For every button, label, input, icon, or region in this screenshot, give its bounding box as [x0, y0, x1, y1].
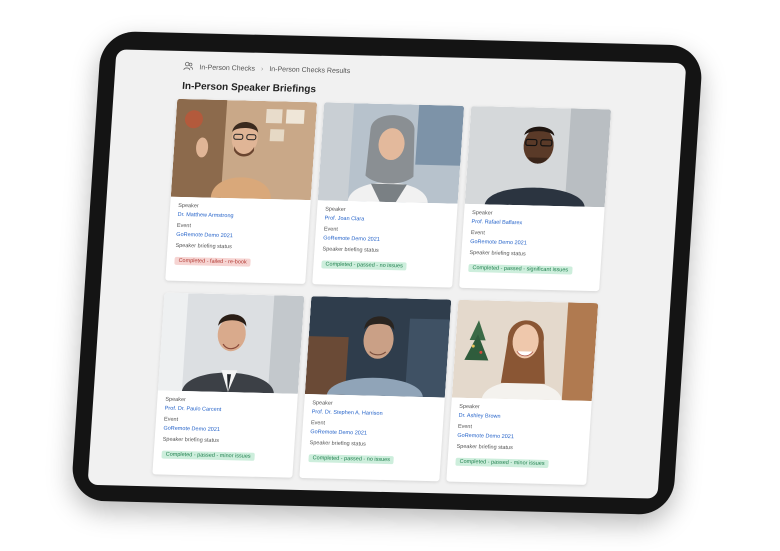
status-label: Speaker briefing status	[456, 443, 514, 452]
status-badge: Completed - passed - no issues	[321, 260, 408, 271]
event-link[interactable]: GoRemote Demo 2021	[176, 232, 300, 241]
speaker-card[interactable]: Speaker Prof. Rafael Baflarex Event GoRe…	[459, 106, 612, 292]
status-label: Speaker briefing status	[175, 242, 232, 251]
breadcrumb-in-person-checks[interactable]: In-Person Checks	[199, 64, 255, 72]
speaker-photo	[317, 102, 465, 204]
event-label: Event	[470, 230, 486, 237]
status-label: Speaker briefing status	[469, 250, 526, 258]
event-link[interactable]: GoRemote Demo 2021	[323, 235, 447, 244]
speaker-label: Speaker	[177, 202, 199, 210]
status-label: Speaker briefing status	[322, 246, 379, 254]
event-link[interactable]: GoRemote Demo 2021	[310, 429, 434, 438]
app-screen: In-Person Checks › In-Person Checks Resu…	[87, 49, 687, 499]
event-link[interactable]: GoRemote Demo 2021	[163, 426, 287, 435]
speaker-card[interactable]: Speaker Prof. Joan Clara Event GoRemote …	[312, 102, 465, 288]
event-label: Event	[457, 423, 473, 431]
speaker-photo	[464, 106, 612, 208]
speaker-label: Speaker	[459, 403, 480, 411]
speaker-name-link[interactable]: Dr. Matthew Armstrong	[177, 212, 301, 221]
event-link[interactable]: GoRemote Demo 2021	[470, 239, 594, 248]
speaker-card[interactable]: Speaker Dr. Ashley Brown Event GoRemote …	[446, 299, 599, 485]
speaker-label: Speaker	[165, 396, 187, 404]
tablet-frame: In-Person Checks › In-Person Checks Resu…	[70, 30, 704, 516]
speaker-photo	[451, 299, 599, 402]
speaker-label: Speaker	[312, 400, 333, 407]
speaker-name-link[interactable]: Dr. Ashley Brown	[458, 413, 582, 422]
speaker-card[interactable]: Speaker Dr. Matthew Armstrong Event GoRe…	[165, 98, 318, 285]
status-badge: Completed - passed - significant issues	[468, 263, 573, 275]
speaker-name-link[interactable]: Prof. Dr. Stephen A. Harrison	[311, 409, 435, 418]
speaker-photo	[170, 98, 318, 201]
event-label: Event	[310, 420, 326, 427]
event-label: Event	[176, 222, 192, 230]
speaker-label: Speaker	[324, 206, 346, 213]
speaker-photo	[304, 296, 452, 398]
status-badge: Completed - passed - no issues	[308, 454, 395, 465]
speaker-card[interactable]: Speaker Prof. Dr. Stephen A. Harrison Ev…	[299, 296, 452, 482]
speaker-name-link[interactable]: Prof. Rafael Baflarex	[471, 219, 595, 228]
breadcrumb-results[interactable]: In-Person Checks Results	[269, 66, 350, 75]
status-badge: Completed - failed - re-book	[174, 256, 251, 267]
speaker-name-link[interactable]: Prof. Joan Clara	[324, 215, 448, 224]
page-title: In-Person Speaker Briefings	[181, 80, 317, 96]
status-badge: Completed - passed - minor issues	[455, 457, 549, 468]
event-label: Event	[323, 226, 339, 233]
speaker-photo	[157, 292, 305, 394]
status-label: Speaker briefing status	[162, 436, 220, 444]
speaker-cards-grid: Speaker Dr. Matthew Armstrong Event GoRe…	[152, 98, 623, 485]
users-icon	[183, 61, 194, 73]
status-badge: Completed - passed - minor issues	[161, 450, 255, 461]
stage: In-Person Checks › In-Person Checks Resu…	[0, 0, 780, 551]
breadcrumb: In-Person Checks › In-Person Checks Resu…	[183, 61, 351, 77]
event-label: Event	[163, 416, 179, 423]
speaker-card[interactable]: Speaker Prof. Dr. Paulo Carcent Event Go…	[152, 292, 305, 478]
event-link[interactable]: GoRemote Demo 2021	[457, 433, 581, 442]
chevron-right-icon: ›	[260, 65, 264, 73]
speaker-name-link[interactable]: Prof. Dr. Paulo Carcent	[165, 406, 289, 415]
speaker-label: Speaker	[471, 210, 493, 217]
status-label: Speaker briefing status	[309, 440, 367, 448]
